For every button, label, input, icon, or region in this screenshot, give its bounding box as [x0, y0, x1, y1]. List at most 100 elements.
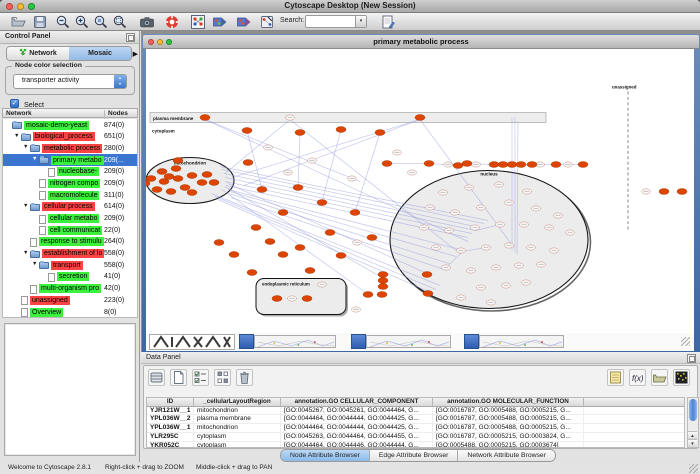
gene-node-unselected[interactable]: [537, 262, 546, 267]
table-cell[interactable]: [GO:0005488, GO:0005215, GO:0003674]: [433, 442, 584, 448]
tab-node-attribute-browser[interactable]: Node Attribute Browser: [281, 450, 370, 461]
gene-node-unselected[interactable]: [465, 185, 474, 190]
attribute-checklist-icon[interactable]: [192, 369, 209, 386]
table-cell[interactable]: [GO:0016787, GO:0005215, GO:0003824, G..…: [433, 433, 584, 442]
table-cell[interactable]: [GO:0016787, GO:0005488, GO:0005215, G..…: [433, 424, 584, 433]
gene-node-unselected[interactable]: [439, 190, 448, 195]
gene-node-unselected[interactable]: [505, 200, 514, 205]
gene-node-unselected[interactable]: [477, 285, 486, 290]
gene-node-unselected[interactable]: [284, 170, 293, 175]
gene-node-selected[interactable]: [265, 239, 275, 245]
snapshot-camera-icon[interactable]: [139, 14, 155, 30]
gene-node-selected[interactable]: [187, 173, 197, 179]
zoom-fit-icon[interactable]: [112, 14, 128, 30]
open-file-icon[interactable]: [10, 14, 26, 30]
gene-node-selected[interactable]: [317, 200, 327, 206]
network-canvas[interactable]: plasma membrane cytoplasm nucleus mitoch…: [146, 49, 694, 333]
gene-node-selected[interactable]: [377, 292, 387, 298]
gene-node-unselected[interactable]: [457, 248, 466, 253]
expand-arrow-icon[interactable]: ▼: [23, 144, 28, 150]
tree-row[interactable]: nitrogen compo209(0): [3, 177, 137, 189]
gene-node-unselected[interactable]: [487, 300, 496, 305]
tree-row[interactable]: cellular metabo209(0): [3, 213, 137, 225]
gene-node-selected[interactable]: [305, 268, 315, 274]
column-header[interactable]: _cellularLayoutRegion: [194, 398, 281, 407]
formula-icon[interactable]: f(x): [629, 369, 646, 386]
gene-node-unselected[interactable]: [318, 282, 327, 287]
gene-node-unselected[interactable]: [445, 228, 454, 233]
scroll-up-icon[interactable]: ▲: [688, 431, 697, 439]
tree-row[interactable]: cell communicat22(0): [3, 224, 137, 236]
gene-node-unselected[interactable]: [545, 225, 554, 230]
delete-attribute-trash-icon[interactable]: [236, 369, 253, 386]
search-dropdown-arrow-icon[interactable]: ▾: [355, 16, 366, 27]
minimized-window-icon[interactable]: [464, 334, 479, 349]
gene-node-unselected[interactable]: [442, 265, 451, 270]
table-cell[interactable]: mitochondrion: [194, 424, 281, 433]
gene-node-unselected[interactable]: [492, 265, 501, 270]
gene-node-unselected[interactable]: [348, 176, 357, 181]
control-panel-tab-network[interactable]: Network: [7, 47, 69, 60]
expand-arrow-icon[interactable]: ▼: [32, 156, 37, 162]
table-cell[interactable]: cytoplasm: [194, 442, 281, 448]
table-cell[interactable]: YPL036W__2: [147, 415, 194, 424]
network-view-titlebar[interactable]: primary metabolic process: [143, 35, 699, 49]
gene-node-unselected[interactable]: [482, 245, 491, 250]
gene-node-unselected[interactable]: [566, 230, 575, 235]
gene-node-selected[interactable]: [498, 162, 508, 168]
gene-node-selected[interactable]: [375, 130, 385, 136]
tree-row[interactable]: ▼cellular process614(0): [3, 201, 137, 213]
tree-row[interactable]: macromolecule311(0): [3, 189, 137, 201]
save-session-icon[interactable]: [32, 14, 48, 30]
gene-node-selected[interactable]: [278, 252, 288, 258]
gene-node-selected[interactable]: [166, 189, 176, 195]
minimized-window-icon[interactable]: [351, 334, 366, 349]
gene-node-unselected[interactable]: [444, 162, 453, 167]
scrollbar-thumb[interactable]: [689, 399, 697, 421]
gene-node-unselected[interactable]: [554, 213, 563, 218]
table-cell[interactable]: YPL036W__1: [147, 424, 194, 433]
gene-node-selected[interactable]: [272, 296, 282, 302]
tree-row[interactable]: unassigned223(0): [3, 294, 137, 306]
tree-row[interactable]: ▼metabolic process280(0): [3, 142, 137, 154]
gene-node-unselected[interactable]: [520, 222, 529, 227]
tree-row[interactable]: Overview8(0): [3, 306, 137, 318]
table-row[interactable]: YLR295Ccytoplasm[GO:0045263, GO:0044464,…: [147, 433, 684, 442]
table-row[interactable]: YJR121W__1mitochondrion[GO:0045267, GO:0…: [147, 407, 684, 416]
float-panel-icon[interactable]: [687, 354, 696, 363]
gene-node-selected[interactable]: [173, 176, 183, 182]
unified-view-icon[interactable]: [214, 369, 231, 386]
help-lifesaver-icon[interactable]: [164, 14, 180, 30]
gene-node-selected[interactable]: [424, 161, 434, 167]
gene-node-selected[interactable]: [173, 158, 183, 164]
gene-node-unselected[interactable]: [496, 222, 505, 227]
select-attributes-icon[interactable]: [148, 369, 165, 386]
gene-node-unselected[interactable]: [457, 295, 466, 300]
gene-node-selected[interactable]: [251, 225, 261, 231]
control-panel-tab-mosaic[interactable]: Mosaic: [69, 47, 131, 60]
gene-node-selected[interactable]: [378, 272, 388, 278]
node-color-dropdown[interactable]: transporter activity ▴▾: [13, 74, 127, 89]
expand-arrow-icon[interactable]: ▼: [23, 250, 28, 256]
network-graph[interactable]: plasma membrane cytoplasm nucleus mitoch…: [146, 49, 694, 333]
gene-node-selected[interactable]: [209, 180, 219, 186]
gene-node-unselected[interactable]: [420, 225, 429, 230]
gene-node-selected[interactable]: [415, 115, 425, 121]
gene-node-unselected[interactable]: [642, 189, 651, 194]
table-cell[interactable]: YLR295C: [147, 433, 194, 442]
dropdown-stepper-icon[interactable]: ▴▾: [114, 75, 126, 88]
search-input[interactable]: ▾: [305, 15, 367, 28]
table-cell[interactable]: YJR121W__1: [147, 407, 194, 416]
gene-node-unselected[interactable]: [471, 225, 480, 230]
gene-node-selected[interactable]: [462, 161, 472, 167]
gene-node-unselected[interactable]: [352, 307, 361, 312]
gene-node-selected[interactable]: [152, 187, 162, 193]
gene-node-selected[interactable]: [302, 296, 312, 302]
tab-edge-attribute-browser[interactable]: Edge Attribute Browser: [370, 450, 459, 461]
gene-node-selected[interactable]: [378, 278, 388, 284]
create-view-icon[interactable]: [212, 14, 228, 30]
expand-arrow-icon[interactable]: ▼: [32, 261, 37, 267]
gene-node-selected[interactable]: [325, 230, 335, 236]
gene-node-unselected[interactable]: [564, 162, 573, 167]
table-cell[interactable]: [GO:0044464, GO:0044444, GO:0044425, G..…: [281, 424, 433, 433]
